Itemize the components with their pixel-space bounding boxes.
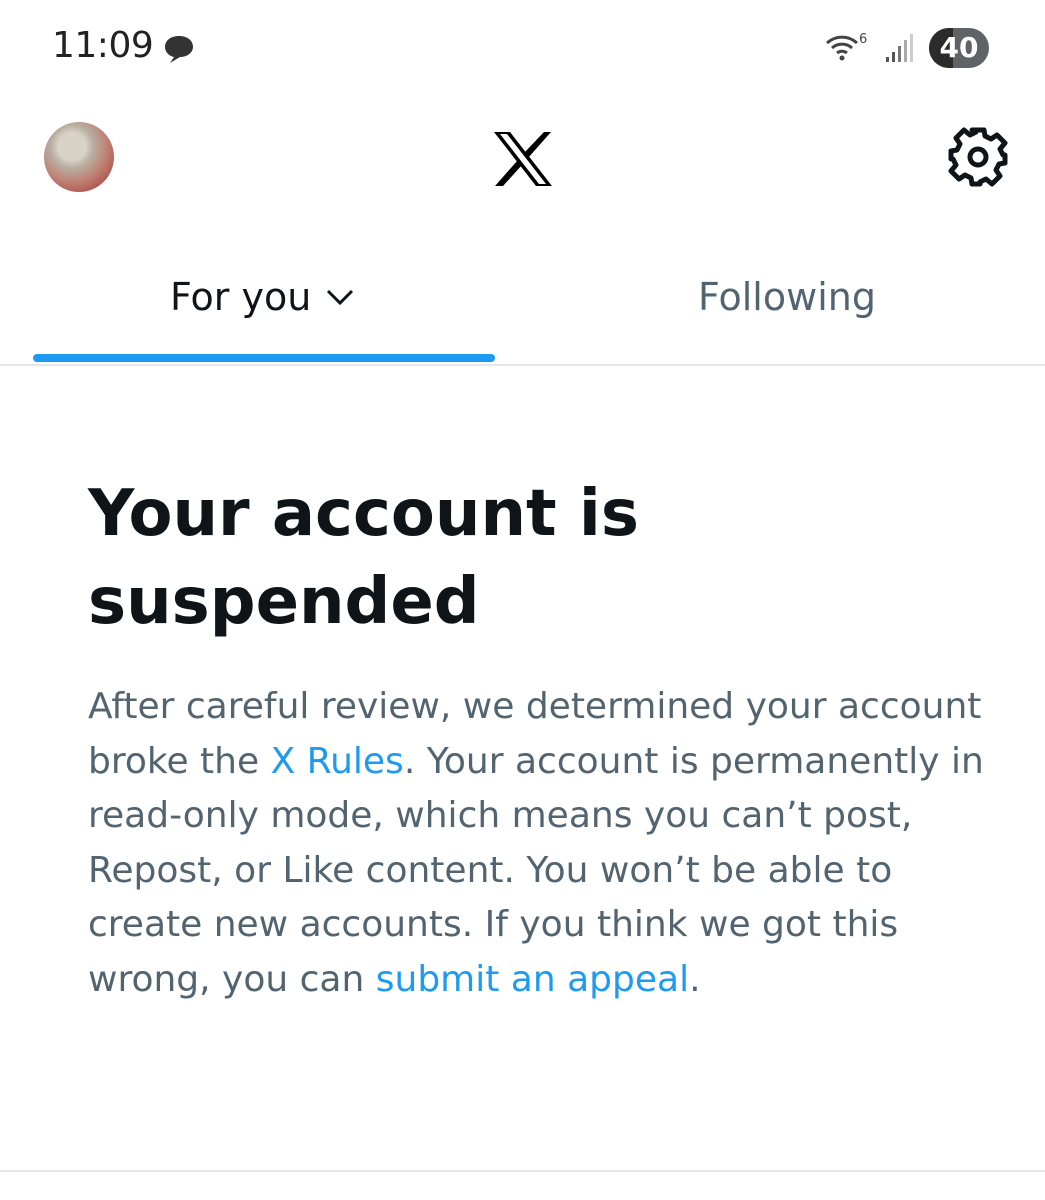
submit-appeal-link[interactable]: submit an appeal — [376, 959, 689, 1000]
message-text-part-3: . — [689, 958, 701, 1000]
message-notification-icon — [165, 36, 193, 63]
status-icons: 6 40 — [825, 28, 989, 68]
signal-icon — [886, 34, 913, 62]
tab-following-label: Following — [698, 275, 876, 319]
x-rules-link[interactable]: X Rules — [271, 741, 404, 782]
tab-for-you[interactable]: For you — [170, 275, 355, 319]
top-app-bar — [0, 95, 1045, 230]
wifi-icon: 6 — [825, 32, 867, 61]
wifi-badge: 6 — [859, 32, 867, 47]
status-bar: 11:09 6 40 — [0, 0, 1045, 95]
status-time: 11:09 — [52, 25, 154, 66]
gear-icon[interactable] — [946, 125, 1010, 189]
divider — [0, 1170, 1045, 1172]
avatar[interactable] — [44, 122, 114, 192]
page-title: Your account is suspended — [88, 477, 639, 639]
active-tab-indicator — [33, 354, 495, 362]
tab-following[interactable]: Following — [698, 275, 876, 319]
battery-level: 40 — [939, 31, 979, 64]
x-logo-icon — [494, 132, 552, 186]
suspension-notice: Your account is suspended After careful … — [88, 470, 988, 1007]
chevron-down-icon[interactable] — [325, 287, 355, 307]
timeline-tabs: For you Following — [0, 230, 1045, 366]
battery-icon: 40 — [929, 28, 989, 68]
tab-for-you-label: For you — [170, 275, 312, 319]
suspension-message: After careful review, we determined your… — [88, 680, 988, 1007]
